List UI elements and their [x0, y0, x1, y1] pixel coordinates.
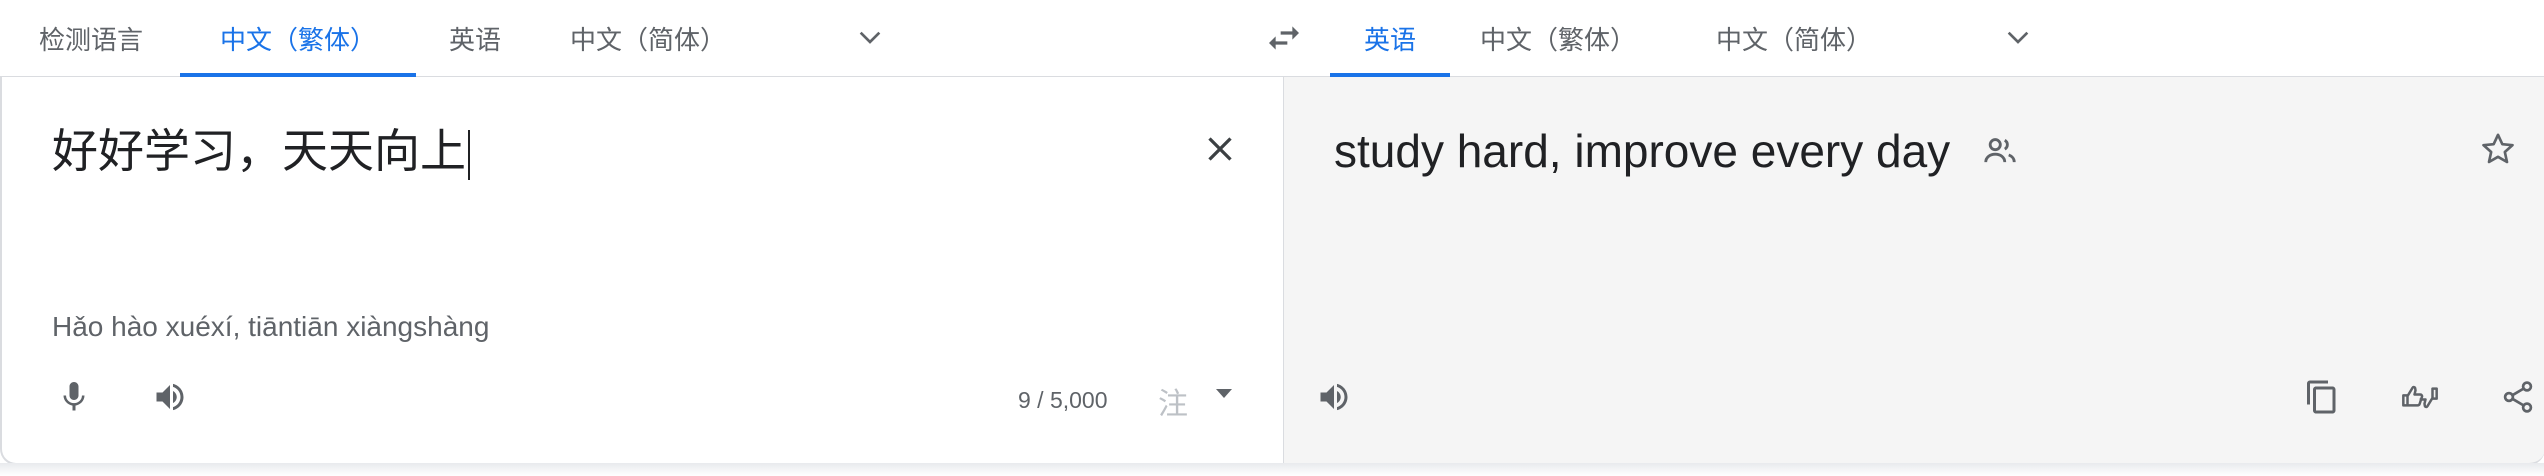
- share-icon[interactable]: [2490, 369, 2544, 425]
- translation-output: study hard, improve every day: [1334, 121, 1950, 181]
- tab-source-english[interactable]: 英语: [432, 0, 518, 76]
- caret-down-icon[interactable]: [1216, 389, 1232, 398]
- speaker-icon[interactable]: [142, 369, 198, 425]
- source-text-input[interactable]: 好好学习，天天向上: [52, 121, 470, 181]
- character-count: 9 / 5,000: [1018, 387, 1108, 413]
- thumbs-feedback-icon[interactable]: [2392, 369, 2448, 425]
- translation-text: study hard, improve every day: [1334, 125, 1951, 177]
- tab-target-chinese-traditional[interactable]: 中文（繁体）: [1466, 0, 1650, 76]
- speaker-icon[interactable]: [1306, 369, 1362, 425]
- copy-icon[interactable]: [2294, 369, 2350, 425]
- close-icon[interactable]: [1192, 121, 1248, 177]
- target-panel: study hard, improve every day: [1283, 77, 2544, 465]
- language-tab-bar: 检测语言 中文（繁体） 英语 中文（简体） 英语 中文（繁体） 中文（简体）: [0, 0, 2544, 77]
- chevron-down-icon[interactable]: [842, 10, 898, 66]
- source-panel: 好好学习，天天向上 Hǎo hào xuéxí, tiāntiān xiàngs…: [0, 77, 1284, 465]
- chevron-down-icon[interactable]: [1990, 10, 2046, 66]
- text-caret: [468, 129, 470, 180]
- tab-target-chinese-simplified[interactable]: 中文（简体）: [1702, 0, 1886, 76]
- source-text: 好好学习，天天向上: [52, 124, 466, 178]
- people-icon[interactable]: [1972, 123, 2028, 179]
- microphone-icon[interactable]: [46, 369, 102, 425]
- panel-shadow: [0, 463, 2544, 476]
- tab-source-chinese-traditional[interactable]: 中文（繁体）: [180, 0, 416, 77]
- star-icon[interactable]: [2470, 121, 2526, 177]
- tab-detect-language[interactable]: 检测语言: [18, 0, 164, 76]
- translator: 检测语言 中文（繁体） 英语 中文（简体） 英语 中文（繁体） 中文（简体） 好…: [0, 0, 2544, 476]
- tab-source-chinese-simplified[interactable]: 中文（简体）: [556, 0, 740, 76]
- tab-target-english[interactable]: 英语: [1330, 0, 1450, 77]
- swap-languages-icon[interactable]: [1254, 8, 1314, 68]
- input-method-button[interactable]: 注: [1158, 379, 1188, 423]
- romanization-text: Hǎo hào xuéxí, tiāntiān xiàngshàng: [52, 311, 490, 342]
